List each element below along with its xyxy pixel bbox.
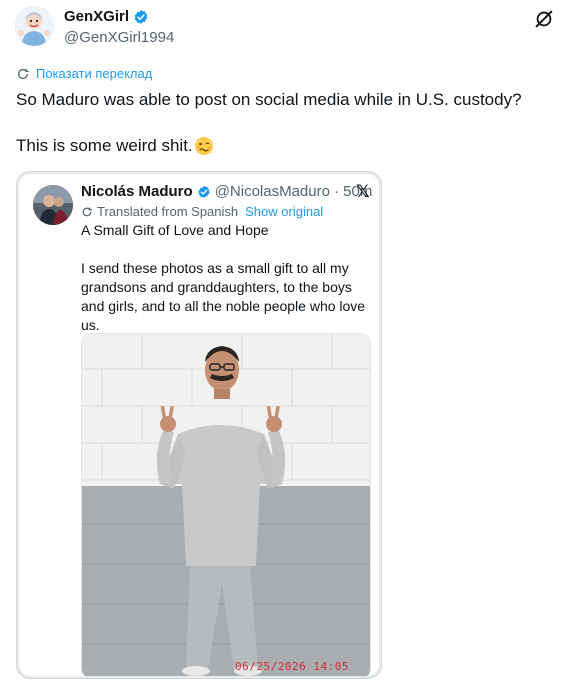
x-logo-icon: 𝕏: [356, 182, 370, 201]
author-avatar[interactable]: [14, 6, 54, 46]
person-avatar-icon: [33, 185, 73, 225]
show-translation-link[interactable]: Показати переклад: [16, 66, 152, 81]
show-translation-label: Показати переклад: [36, 66, 153, 81]
cartoon-avatar-icon: [14, 6, 54, 46]
quoted-show-original: Show original: [245, 204, 324, 219]
quoted-display-name: Nicolás Maduro: [81, 183, 193, 200]
verified-badge-icon: [198, 185, 210, 198]
translate-icon: [17, 68, 29, 79]
tweet-text-line-2: This is some weird shit.: [16, 136, 214, 156]
quoted-handle: @NicolasMaduro: [214, 183, 330, 200]
quoted-translated-label: Translated from Spanish: [97, 204, 239, 219]
tweet-text-line: So Maduro was able to post on social med…: [16, 90, 522, 109]
author-display-name[interactable]: GenXGirl: [64, 8, 129, 25]
quoted-translated-row: Translated from Spanish Show original: [81, 204, 323, 219]
photo-timestamp: 06/25/2026 14:05: [235, 660, 349, 673]
quoted-body: I send these photos as a small gift to a…: [81, 260, 366, 333]
tweet-media-image[interactable]: Nicolás Maduro @NicolasMaduro · 50m 𝕏 Tr…: [16, 171, 382, 679]
verified-badge-icon: [134, 9, 148, 24]
quoted-header: Nicolás Maduro @NicolasMaduro · 50m: [81, 183, 372, 200]
woozy-face-emoji-icon: [194, 137, 213, 155]
quoted-title: A Small Gift of Love and Hope: [81, 222, 269, 238]
quoted-post-screenshot: Nicolás Maduro @NicolasMaduro · 50m 𝕏 Tr…: [19, 174, 379, 676]
translate-icon: [82, 207, 92, 216]
tweet-text: This is some weird shit.: [16, 136, 193, 155]
quoted-avatar: [33, 185, 73, 225]
author-name-row: GenXGirl: [64, 8, 149, 25]
author-handle[interactable]: @GenXGirl1994: [64, 29, 174, 46]
person-photo-image: [82, 334, 370, 676]
quoted-photo: 06/25/2026 14:05: [81, 333, 371, 676]
grok-icon[interactable]: [533, 8, 555, 30]
